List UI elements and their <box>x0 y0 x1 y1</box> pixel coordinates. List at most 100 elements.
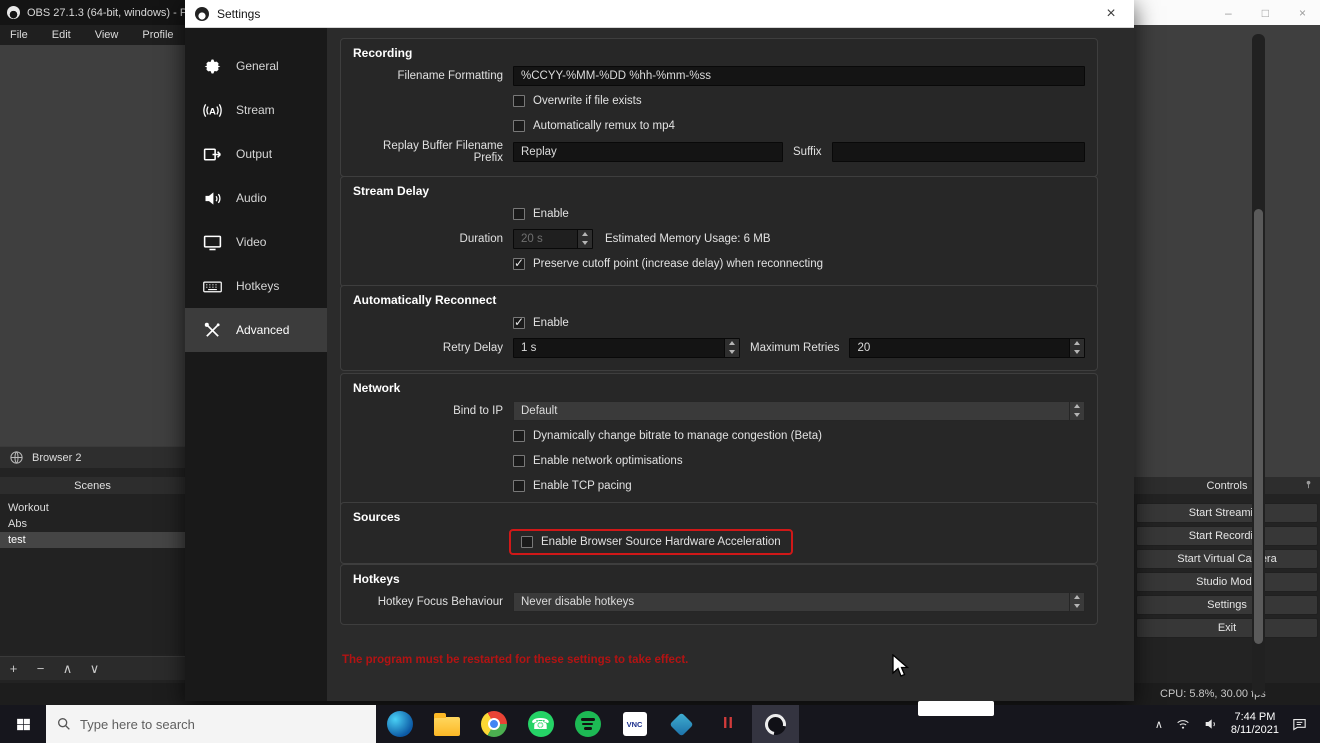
dialog-close-button[interactable]: × <box>1098 5 1124 23</box>
settings-tab-general[interactable]: General <box>185 44 327 88</box>
studio-mode-button[interactable]: Studio Mode <box>1136 572 1318 592</box>
suffix-label: Suffix <box>783 146 832 158</box>
duration-spinner[interactable]: 20 s <box>513 229 593 249</box>
overwrite-label: Overwrite if file exists <box>533 95 642 107</box>
scene-item-test[interactable]: test <box>0 532 185 548</box>
settings-button[interactable]: Settings <box>1136 595 1318 615</box>
windows-taskbar: ☎ VNC II ∧ 7:44 PM 8/11/2021 <box>0 705 1320 743</box>
vnc-icon-text: VNC <box>627 720 643 729</box>
dynamic-bitrate-checkbox[interactable] <box>513 430 525 442</box>
overwrite-checkbox[interactable] <box>513 95 525 107</box>
taskbar-vnc[interactable]: VNC <box>611 705 658 743</box>
taskbar-obs[interactable] <box>752 705 799 743</box>
button-label: Settings <box>1207 599 1247 611</box>
close-button[interactable]: × <box>1299 6 1306 20</box>
taskbar-pause-app[interactable]: II <box>705 705 752 743</box>
spinner-arrows-icon[interactable] <box>724 339 739 357</box>
menu-profile[interactable]: Profile <box>142 29 173 41</box>
spinner-arrows-icon[interactable] <box>577 230 592 248</box>
settings-content: Recording Filename Formatting %CCYY-%MM-… <box>327 28 1134 701</box>
network-icon[interactable] <box>1175 716 1191 732</box>
taskbar-search-box[interactable] <box>46 705 376 743</box>
scenes-dock-title: Scenes <box>74 480 111 492</box>
network-optimisations-label: Enable network optimisations <box>533 455 683 467</box>
gear-icon <box>200 54 224 78</box>
replay-prefix-input[interactable]: Replay <box>513 142 783 162</box>
start-button[interactable] <box>0 705 46 743</box>
remove-scene-button[interactable]: − <box>27 661 54 676</box>
settings-tab-video[interactable]: Video <box>185 220 327 264</box>
search-input[interactable] <box>80 717 340 732</box>
section-title: Automatically Reconnect <box>353 293 1085 307</box>
taskbar-edge[interactable] <box>376 705 423 743</box>
scene-item-workout[interactable]: Workout <box>0 500 185 516</box>
start-recording-button[interactable]: Start Recording <box>1136 526 1318 546</box>
max-retries-label: Maximum Retries <box>740 342 849 354</box>
file-explorer-icon <box>434 717 460 736</box>
network-optimisations-checkbox[interactable] <box>513 455 525 467</box>
input-value: %CCYY-%MM-%DD %hh-%mm-%ss <box>514 70 1084 82</box>
preserve-cutoff-checkbox[interactable] <box>513 258 525 270</box>
settings-tab-stream[interactable]: A Stream <box>185 88 327 132</box>
taskbar-kdenlive[interactable] <box>658 705 705 743</box>
browser-hw-accel-checkbox[interactable] <box>521 536 533 548</box>
tools-icon <box>200 318 224 342</box>
settings-sidebar: General A Stream Output <box>185 28 327 701</box>
browser-hw-accel-label: Enable Browser Source Hardware Accelerat… <box>541 536 781 548</box>
retry-delay-spinner[interactable]: 1 s <box>513 338 740 358</box>
move-scene-down-button[interactable]: ∨ <box>81 661 108 677</box>
bind-ip-dropdown[interactable]: Default <box>513 401 1085 421</box>
controls-dock-header[interactable]: Controls <box>1134 477 1320 494</box>
settings-dialog-title: Settings <box>217 7 260 21</box>
hotkey-focus-dropdown[interactable]: Never disable hotkeys <box>513 592 1085 612</box>
source-item-browser2[interactable]: Browser 2 <box>0 446 185 468</box>
spinner-arrows-icon[interactable] <box>1069 339 1084 357</box>
dropdown-arrows-icon <box>1069 593 1084 611</box>
tab-label: General <box>236 59 279 73</box>
notification-center-icon[interactable] <box>1291 716 1308 733</box>
start-streaming-button[interactable]: Start Streaming <box>1136 503 1318 523</box>
taskbar-whatsapp[interactable]: ☎ <box>517 705 564 743</box>
scrollbar-thumb[interactable] <box>1254 209 1263 644</box>
scene-item-abs[interactable]: Abs <box>0 516 185 532</box>
whatsapp-icon: ☎ <box>528 711 554 737</box>
volume-icon[interactable] <box>1203 716 1219 732</box>
tcp-pacing-checkbox[interactable] <box>513 480 525 492</box>
taskbar-clock[interactable]: 7:44 PM 8/11/2021 <box>1231 711 1279 737</box>
pin-icon[interactable] <box>1303 479 1314 493</box>
minimize-button[interactable]: – <box>1225 6 1232 20</box>
tab-label: Audio <box>236 191 267 205</box>
chevron-up-icon[interactable]: ∧ <box>1155 718 1163 731</box>
remux-checkbox[interactable] <box>513 120 525 132</box>
preserve-cutoff-label: Preserve cutoff point (increase delay) w… <box>533 258 823 270</box>
menu-view[interactable]: View <box>95 29 119 41</box>
exit-button[interactable]: Exit <box>1136 618 1318 638</box>
vnc-icon: VNC <box>623 712 647 736</box>
filename-formatting-input[interactable]: %CCYY-%MM-%DD %hh-%mm-%ss <box>513 66 1085 86</box>
input-value: 20 s <box>514 233 577 245</box>
maximize-button[interactable]: □ <box>1262 6 1269 20</box>
taskbar-file-explorer[interactable] <box>423 705 470 743</box>
move-scene-up-button[interactable]: ∧ <box>54 661 81 677</box>
settings-tab-output[interactable]: Output <box>185 132 327 176</box>
dialog-scrollbar[interactable] <box>1252 34 1265 695</box>
settings-tab-advanced[interactable]: Advanced <box>185 308 327 352</box>
pause-icon: II <box>723 715 734 733</box>
menu-edit[interactable]: Edit <box>52 29 71 41</box>
suffix-input[interactable] <box>832 142 1085 162</box>
settings-tab-audio[interactable]: Audio <box>185 176 327 220</box>
max-retries-spinner[interactable]: 20 <box>849 338 1085 358</box>
taskbar-spotify[interactable] <box>564 705 611 743</box>
settings-tab-hotkeys[interactable]: Hotkeys <box>185 264 327 308</box>
menu-file[interactable]: File <box>10 29 28 41</box>
stream-delay-enable-checkbox[interactable] <box>513 208 525 220</box>
monitor-icon <box>200 230 224 254</box>
taskbar-chrome[interactable] <box>470 705 517 743</box>
reconnect-enable-checkbox[interactable] <box>513 317 525 329</box>
add-scene-button[interactable]: + <box>0 661 27 676</box>
dropdown-value: Never disable hotkeys <box>514 596 1069 608</box>
start-virtual-camera-button[interactable]: Start Virtual Camera <box>1136 549 1318 569</box>
hotkey-focus-label: Hotkey Focus Behaviour <box>353 596 513 608</box>
scenes-dock-header[interactable]: Scenes <box>0 477 185 494</box>
button-label: Studio Mode <box>1196 576 1258 588</box>
